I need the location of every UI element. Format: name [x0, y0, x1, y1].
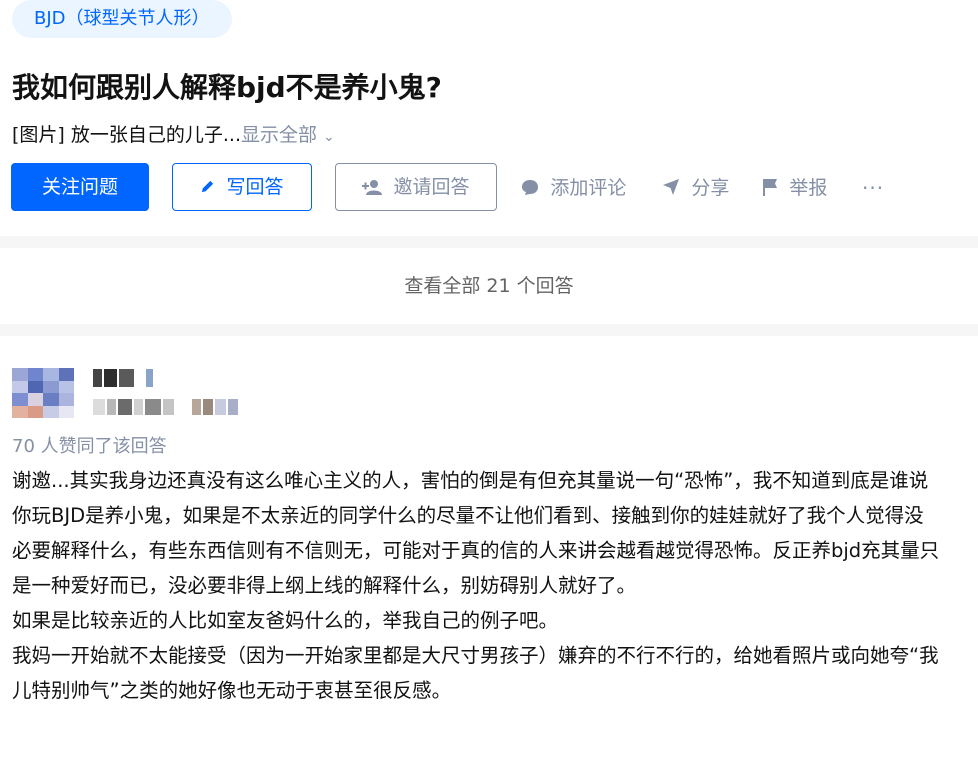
flag-icon: [762, 179, 783, 199]
answer-content: 谢邀...其实我身边还真没有这么唯心主义的人，害怕的倒是有但充其量说一句“恐怖”…: [12, 463, 942, 708]
view-all-answers-link[interactable]: 查看全部 21 个回答: [0, 248, 978, 324]
write-label: 写回答: [226, 176, 284, 198]
excerpt-text: [图片] 放一张自己的儿子...: [12, 124, 241, 146]
answer-paragraph: 谢邀...其实我身边还真没有这么唯心主义的人，害怕的倒是有但充其量说一句“恐怖”…: [12, 469, 940, 597]
report-label: 举报: [789, 177, 828, 199]
answer-paragraph: 我妈一开始就不太能接受（因为一开始家里都是大尺寸男孩子）嫌弃的不行不行的，给她看…: [12, 644, 939, 702]
comment-label: 添加评论: [550, 177, 627, 199]
question-title: 我如何跟别人解释bjd不是养小鬼?: [12, 71, 442, 104]
chevron-down-icon[interactable]: ⌄: [323, 129, 335, 145]
author-name-redacted[interactable]: [93, 369, 153, 387]
avatar[interactable]: [12, 368, 74, 418]
vote-count: 70 人赞同了该回答: [12, 436, 167, 457]
section-divider: [0, 324, 978, 336]
add-comment-button[interactable]: 添加评论: [521, 174, 626, 203]
send-icon: [662, 179, 685, 199]
share-button[interactable]: 分享: [662, 174, 729, 203]
answer-paragraph: 如果是比较亲近的人比如室友爸妈什么的，举我自己的例子吧。: [12, 609, 559, 632]
write-answer-button[interactable]: 写回答: [172, 163, 312, 211]
add-user-icon: [362, 178, 387, 197]
follow-question-button[interactable]: 关注问题: [11, 163, 149, 211]
pencil-icon: [200, 178, 220, 197]
invite-answer-button[interactable]: 邀请回答: [335, 163, 497, 211]
question-excerpt: [图片] 放一张自己的儿子...显示全部 ⌄: [12, 120, 335, 147]
report-button[interactable]: 举报: [762, 174, 827, 203]
section-divider: [0, 236, 978, 248]
follow-label: 关注问题: [41, 176, 118, 198]
invite-label: 邀请回答: [393, 176, 470, 198]
show-all-link[interactable]: 显示全部: [241, 124, 317, 146]
comment-icon: [521, 179, 544, 199]
author-bio-redacted: [93, 398, 238, 416]
share-label: 分享: [691, 177, 730, 199]
more-options-button[interactable]: ···: [862, 174, 884, 202]
topic-tag[interactable]: BJD（球型关节人形）: [12, 0, 232, 38]
